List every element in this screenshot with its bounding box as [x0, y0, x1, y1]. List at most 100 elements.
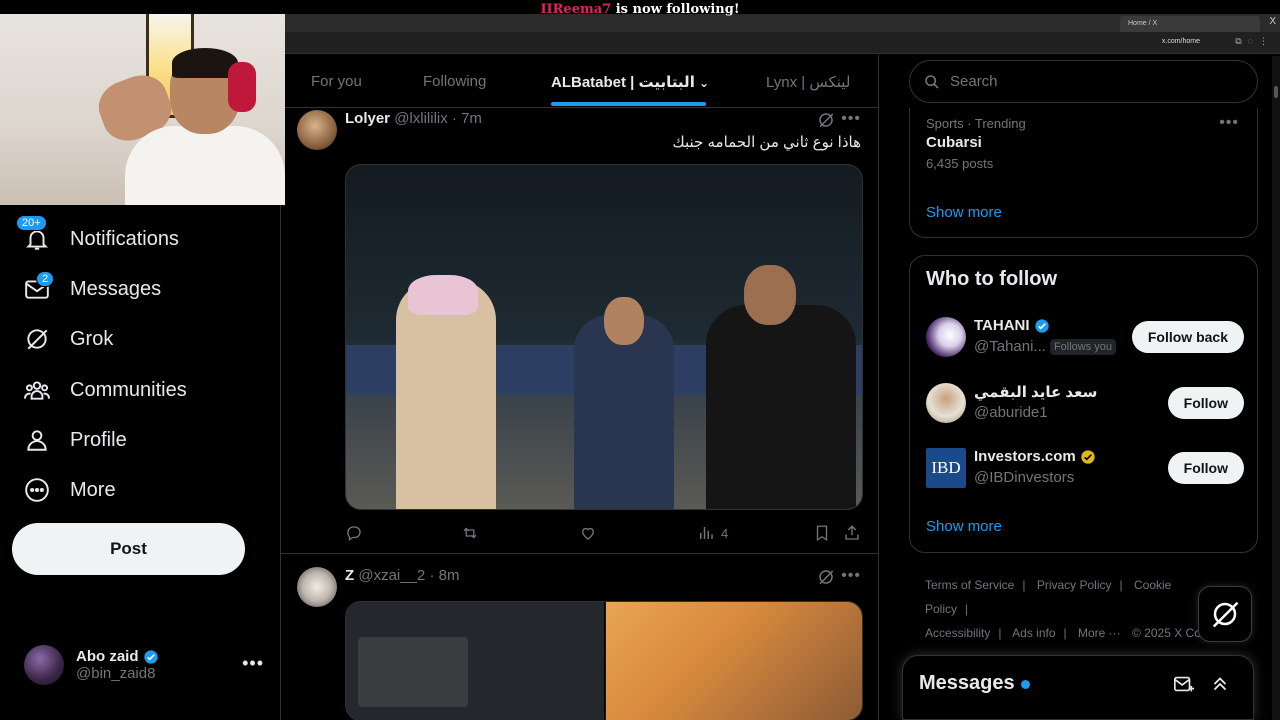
new-message-icon[interactable] — [1173, 673, 1195, 695]
trend-more-icon[interactable]: ••• — [1219, 114, 1239, 132]
browser-toolbar-icons[interactable]: ⧉◌⋮ — [1235, 36, 1274, 47]
verified-badge-icon — [143, 649, 158, 664]
more-circle-icon — [25, 478, 49, 502]
follow-suggestion[interactable]: IBD Investors.com @IBDinvestors Follow — [926, 446, 1244, 490]
url-field[interactable]: x.com/home — [1162, 38, 1200, 45]
suggestion-handle: @Tahani... — [974, 338, 1046, 355]
more-link[interactable]: More ··· — [1078, 626, 1121, 640]
grok-icon[interactable] — [817, 111, 835, 129]
suggestion-handle: @IBDinvestors — [974, 469, 1075, 486]
browser-tab-title: Home / X — [1128, 20, 1158, 27]
share-button[interactable] — [843, 523, 861, 543]
heart-icon — [582, 527, 594, 540]
follow-back-button[interactable]: Follow back — [1131, 321, 1244, 353]
chevrons-up-icon[interactable] — [1209, 673, 1231, 695]
messages-drawer-title: Messages — [919, 672, 1015, 694]
suggestion-name: TAHANI — [974, 317, 1030, 334]
grok-floating-button[interactable] — [1198, 586, 1252, 642]
chevron-down-icon: ⌄ — [699, 76, 710, 90]
repost-icon — [463, 527, 477, 539]
terms-link[interactable]: Terms of Service — [925, 578, 1014, 592]
account-handle: @bin_zaid8 — [76, 665, 156, 682]
notifications-badge: 20+ — [16, 215, 47, 231]
tweet-author-handle[interactable]: @lxlililix — [394, 110, 448, 127]
views-button[interactable]: 4 — [697, 523, 728, 543]
follower-name: IIReema7 — [540, 2, 612, 17]
sidebar-item-profile[interactable]: Profile — [24, 420, 127, 460]
reply-button[interactable] — [345, 523, 363, 543]
account-more-icon[interactable]: ••• — [242, 653, 264, 674]
messages-badge: 2 — [36, 271, 55, 287]
sidebar-item-messages[interactable]: 2 Messages — [24, 269, 161, 309]
show-more-link[interactable]: Show more — [926, 204, 1002, 221]
sidebar-item-notifications[interactable]: 20+ Notifications — [16, 215, 179, 259]
follow-message: is now following! — [611, 2, 740, 17]
active-tab-indicator — [551, 102, 706, 106]
grok-icon[interactable] — [817, 568, 835, 586]
bookmark-button[interactable] — [813, 523, 831, 543]
like-button[interactable] — [579, 523, 597, 543]
tweet-text: هاذا نوع ثاني من الحمامه جنبك — [672, 134, 861, 151]
tweet-time[interactable]: · 7m — [452, 110, 482, 127]
follow-suggestion[interactable]: سعد عايد البقمي @aburide1 Follow — [926, 381, 1244, 425]
person-center-head — [604, 297, 644, 345]
footer-separator: | — [965, 602, 969, 616]
bookmark-icon — [816, 525, 828, 542]
search-placeholder: Search — [950, 73, 998, 90]
tweet-more-icon[interactable]: ••• — [841, 567, 861, 585]
tweet[interactable]: Z @xzai__2 · 8m ••• — [281, 565, 878, 720]
search-input[interactable]: Search — [909, 60, 1258, 103]
tweet-author-name[interactable]: Lolyer — [345, 110, 390, 127]
tweet-image-right[interactable] — [606, 602, 862, 720]
post-button[interactable]: Post — [12, 523, 245, 575]
ibd-logo[interactable]: IBD — [926, 448, 966, 488]
follow-button[interactable]: Follow — [1167, 452, 1244, 484]
accessibility-link[interactable]: Accessibility — [925, 626, 990, 640]
tweet-author-name[interactable]: Z — [345, 567, 354, 584]
person-left-hat — [408, 275, 478, 315]
tweet-image-left[interactable] — [346, 602, 605, 720]
sidebar-item-more[interactable]: More — [24, 470, 116, 510]
person-icon — [27, 430, 47, 451]
sidebar-item-label: Messages — [70, 277, 162, 300]
tweet-author-handle[interactable]: @xzai__2 — [358, 567, 425, 584]
avatar[interactable] — [297, 110, 337, 150]
sidebar-item-communities[interactable]: Communities — [24, 370, 187, 410]
tweet-time[interactable]: · 8m — [429, 567, 459, 584]
tab-for-you[interactable]: For you — [311, 73, 362, 90]
page-scrollbar[interactable] — [1272, 56, 1280, 720]
verified-badge-icon — [1034, 318, 1049, 333]
avatar[interactable] — [926, 383, 966, 423]
account-switcher[interactable]: Abo zaid @bin_zaid8 ••• — [24, 643, 264, 687]
tweet[interactable]: Lolyer @lxlililix · 7m ••• هاذا نوع ثاني… — [281, 108, 878, 553]
person-right — [706, 305, 856, 509]
views-icon — [700, 527, 713, 539]
tweet-video[interactable] — [345, 164, 863, 510]
tab-albatabet[interactable]: ALBatabet | البتابيت ⌄ — [551, 73, 709, 91]
avatar — [24, 645, 64, 685]
reply-icon — [347, 526, 361, 542]
tweet-more-icon[interactable]: ••• — [841, 110, 861, 128]
follow-suggestion[interactable]: TAHANI @Tahani... Follows you Follow back — [926, 315, 1244, 359]
window-close-button[interactable]: X — [1269, 16, 1276, 27]
browser-tab[interactable]: Home / X — [1120, 16, 1260, 32]
sidebar-item-grok[interactable]: Grok — [24, 319, 113, 359]
follow-button[interactable]: Follow — [1167, 387, 1244, 419]
sidebar-item-label: Grok — [70, 327, 114, 350]
gold-verified-badge-icon — [1081, 449, 1095, 464]
messages-drawer[interactable]: Messages — [902, 655, 1254, 720]
stream-follow-alert: IIReema7 is now following! — [0, 0, 1280, 17]
tab-following[interactable]: Following — [423, 73, 486, 90]
show-more-link[interactable]: Show more — [926, 518, 1002, 535]
scrollbar-thumb[interactable] — [1274, 86, 1278, 98]
tab-lynx[interactable]: Lynx | لينكس — [766, 73, 850, 91]
suggestion-name: سعد عايد البقمي — [974, 384, 1098, 401]
who-to-follow-title: Who to follow — [926, 268, 1058, 290]
avatar[interactable] — [297, 567, 337, 607]
privacy-link[interactable]: Privacy Policy — [1037, 578, 1112, 592]
avatar[interactable] — [926, 317, 966, 357]
tweet-media-grid[interactable] — [345, 601, 863, 720]
footer-separator: | — [1063, 626, 1067, 640]
ads-info-link[interactable]: Ads info — [1012, 626, 1055, 640]
repost-button[interactable] — [461, 523, 479, 543]
